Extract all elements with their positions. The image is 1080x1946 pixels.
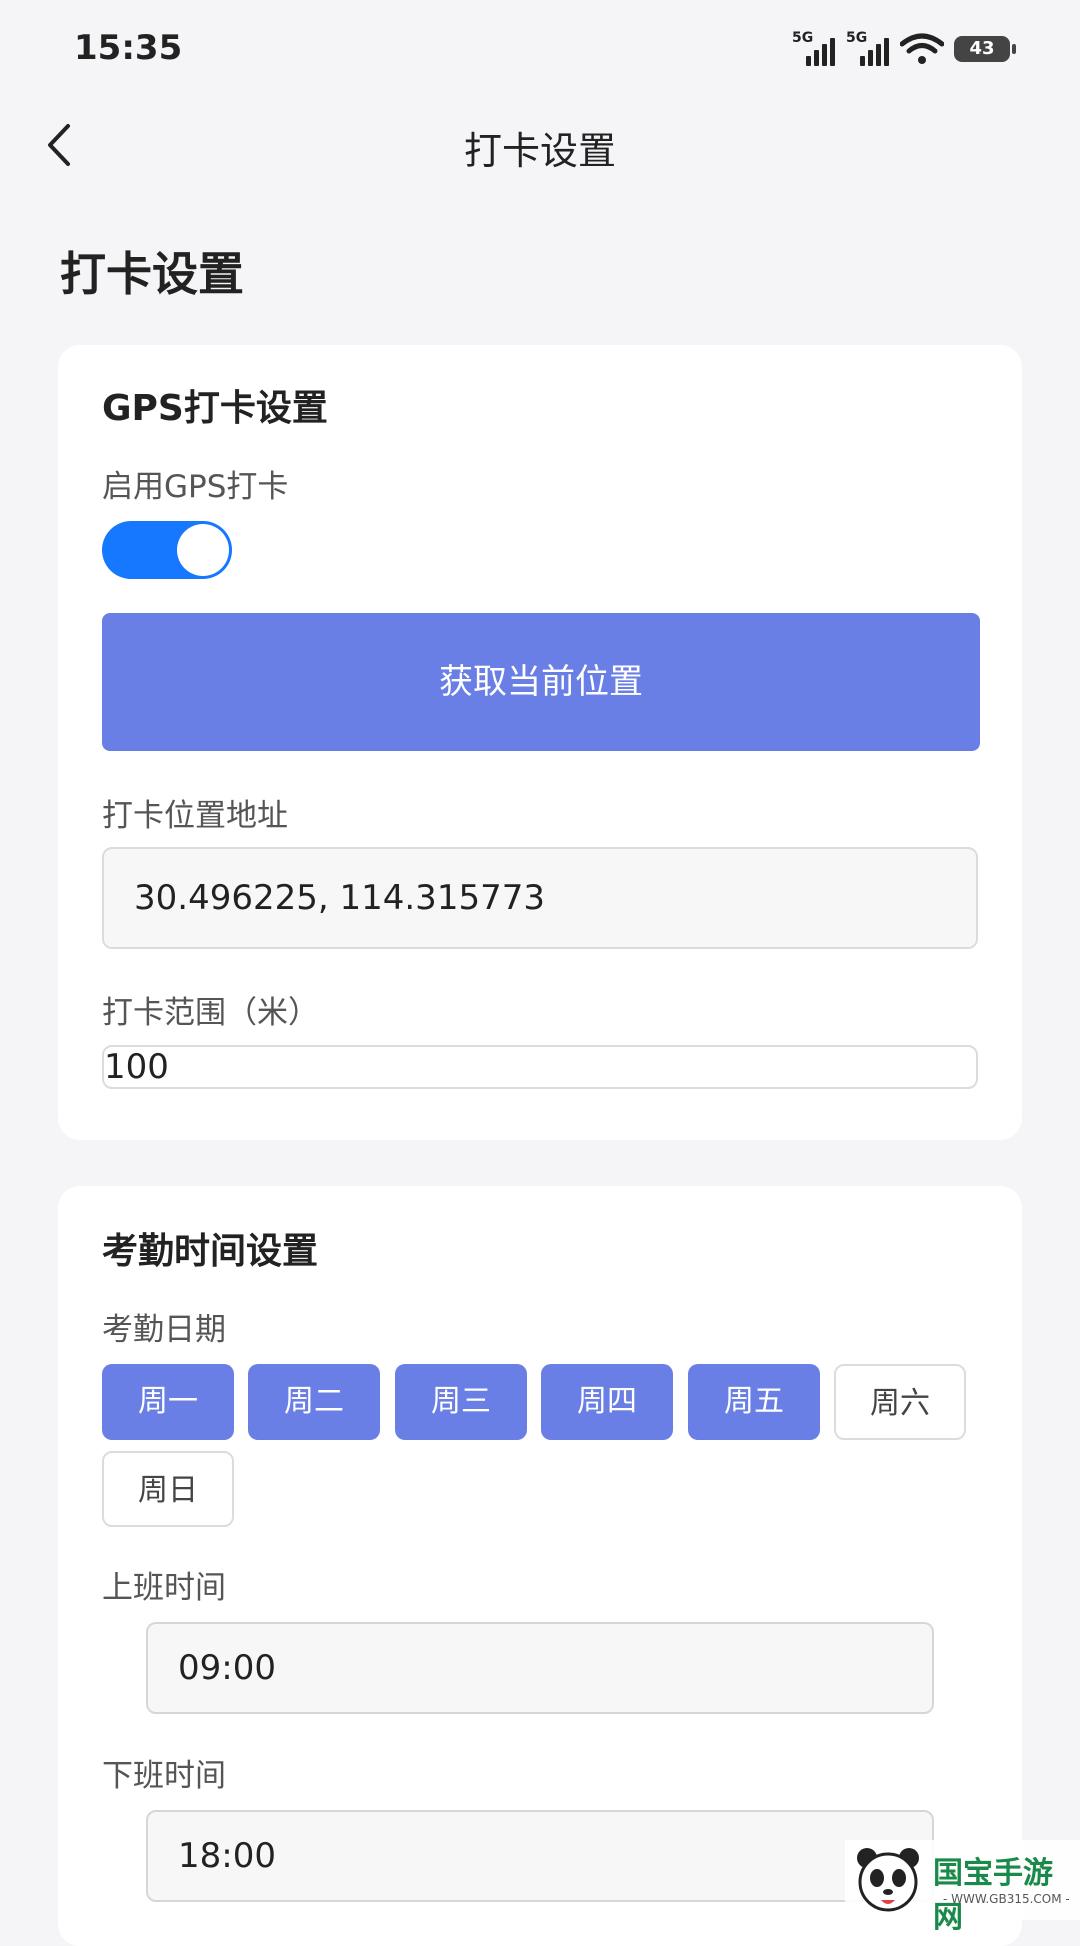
cellular-signal-icon-2: 5G — [846, 30, 890, 66]
toggle-knob — [177, 524, 229, 576]
status-time: 15:35 — [74, 28, 183, 68]
watermark-url: - WWW.GB315.COM - — [943, 1892, 1070, 1906]
gps-card-title: GPS打卡设置 — [102, 388, 328, 429]
day-wednesday[interactable]: 周三 — [395, 1364, 527, 1440]
gps-settings-card: GPS打卡设置 启用GPS打卡 获取当前位置 打卡位置地址 30.496225,… — [58, 345, 1022, 1140]
start-time-label: 上班时间 — [102, 1570, 226, 1606]
end-time-label: 下班时间 — [102, 1758, 226, 1794]
day-friday[interactable]: 周五 — [688, 1364, 820, 1440]
address-field[interactable]: 30.496225, 114.315773 — [102, 847, 978, 949]
status-icons: 5G 5G 43 — [792, 30, 1016, 66]
start-time-input[interactable]: 09:00 — [146, 1622, 934, 1714]
date-label: 考勤日期 — [102, 1312, 226, 1348]
day-tuesday[interactable]: 周二 — [248, 1364, 380, 1440]
range-input[interactable]: 100 — [102, 1045, 978, 1089]
day-monday[interactable]: 周一 — [102, 1364, 234, 1440]
address-label: 打卡位置地址 — [102, 798, 288, 834]
day-saturday[interactable]: 周六 — [834, 1364, 966, 1440]
nav-bar: 打卡设置 — [0, 100, 1080, 190]
cellular-signal-icon: 5G — [792, 30, 836, 66]
watermark: 国宝手游网 - WWW.GB315.COM - — [845, 1840, 1080, 1935]
status-bar: 15:35 5G 5G 43 — [0, 0, 1080, 100]
nav-title: 打卡设置 — [463, 129, 616, 173]
gps-toggle[interactable] — [102, 521, 232, 579]
range-label: 打卡范围（米） — [102, 995, 319, 1031]
network-type-label: 5G — [792, 30, 814, 46]
end-time-input[interactable]: 18:00 — [146, 1810, 934, 1902]
wifi-icon — [900, 33, 944, 64]
battery-icon: 43 — [954, 36, 1016, 62]
day-sunday[interactable]: 周日 — [102, 1451, 234, 1527]
enable-gps-label: 启用GPS打卡 — [102, 469, 289, 505]
network-type-label-2: 5G — [846, 30, 868, 46]
get-location-button[interactable]: 获取当前位置 — [102, 613, 980, 751]
page-title: 打卡设置 — [60, 247, 244, 301]
day-thursday[interactable]: 周四 — [541, 1364, 673, 1440]
attendance-settings-card: 考勤时间设置 考勤日期 周一 周二 周三 周四 周五 周六 周日 上班时间 09… — [58, 1186, 1022, 1946]
attendance-card-title: 考勤时间设置 — [102, 1231, 319, 1272]
panda-logo-icon — [857, 1848, 919, 1912]
